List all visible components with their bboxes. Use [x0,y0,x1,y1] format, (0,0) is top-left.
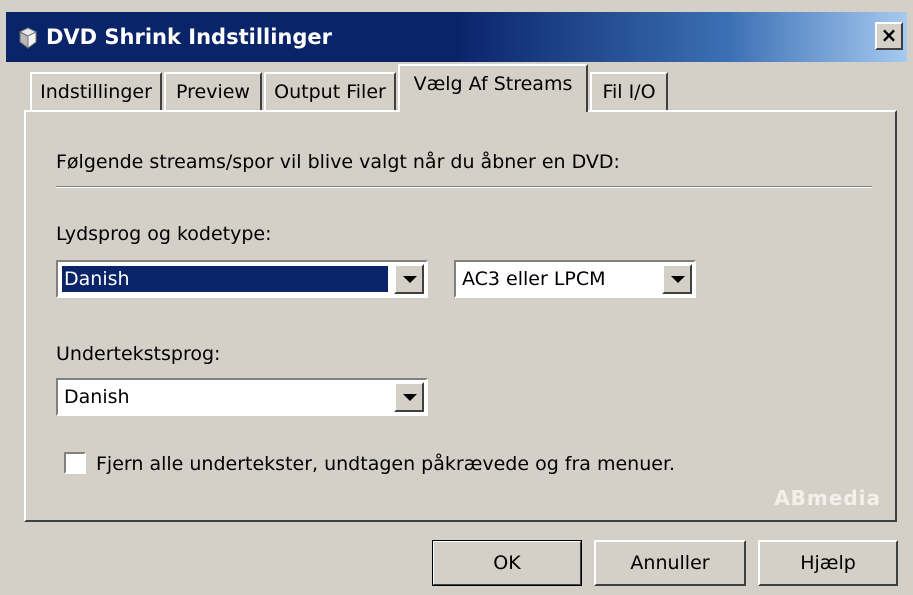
separator [56,186,872,188]
intro-text: Følgende streams/spor vil blive valgt nå… [56,151,620,173]
tab-fil-io[interactable]: Fil I/O [590,72,668,112]
settings-dialog: DVD Shrink Indstillinger × Indstillinger… [0,0,913,595]
dvd-shrink-app-icon [18,27,38,49]
cancel-button-label: Annuller [630,552,710,574]
tab-label: Vælg Af Streams [413,73,573,95]
subtitle-language-value: Danish [64,386,130,408]
help-button[interactable]: Hjælp [758,540,898,586]
help-button-label: Hjælp [800,552,856,574]
tab-label: Output Filer [274,81,386,103]
audio-codec-select[interactable]: AC3 eller LPCM [454,260,696,298]
close-icon: × [880,23,898,47]
tab-preview[interactable]: Preview [164,72,262,112]
audio-language-select[interactable]: Danish [56,260,428,298]
window-title: DVD Shrink Indstillinger [46,25,332,49]
remove-subtitles-label[interactable]: Fjern alle undertekster, undtagen påkræv… [96,452,675,476]
chevron-down-icon [403,276,417,283]
chevron-down-icon [403,394,417,401]
cancel-button[interactable]: Annuller [594,540,746,586]
audio-codec-value: AC3 eller LPCM [462,268,606,290]
tab-label: Indstillinger [40,81,152,103]
title-bar[interactable]: DVD Shrink Indstillinger × [6,12,907,62]
audio-language-value: Danish [62,266,388,292]
subtitle-language-select[interactable]: Danish [56,378,428,416]
ok-button[interactable]: OK [432,540,582,586]
audio-codec-dropdown-button[interactable] [662,264,692,294]
tab-label: Fil I/O [602,81,656,103]
close-button[interactable]: × [875,22,903,50]
audio-language-dropdown-button[interactable] [394,264,424,294]
tab-vaelg-af-streams[interactable]: Vælg Af Streams [398,64,588,112]
remove-subtitles-checkbox[interactable] [64,452,86,474]
subtitle-language-label: Undertekstsprog: [56,343,221,365]
chevron-down-icon [671,276,685,283]
audio-language-label: Lydsprog og kodetype: [56,223,272,245]
streams-panel: Følgende streams/spor vil blive valgt nå… [24,110,897,522]
tab-output-filer[interactable]: Output Filer [264,72,396,112]
abmedia-watermark: ABmedia [774,486,881,510]
tab-label: Preview [176,81,250,103]
tab-indstillinger[interactable]: Indstillinger [30,72,162,112]
subtitle-language-dropdown-button[interactable] [394,382,424,412]
ok-button-label: OK [493,552,521,574]
